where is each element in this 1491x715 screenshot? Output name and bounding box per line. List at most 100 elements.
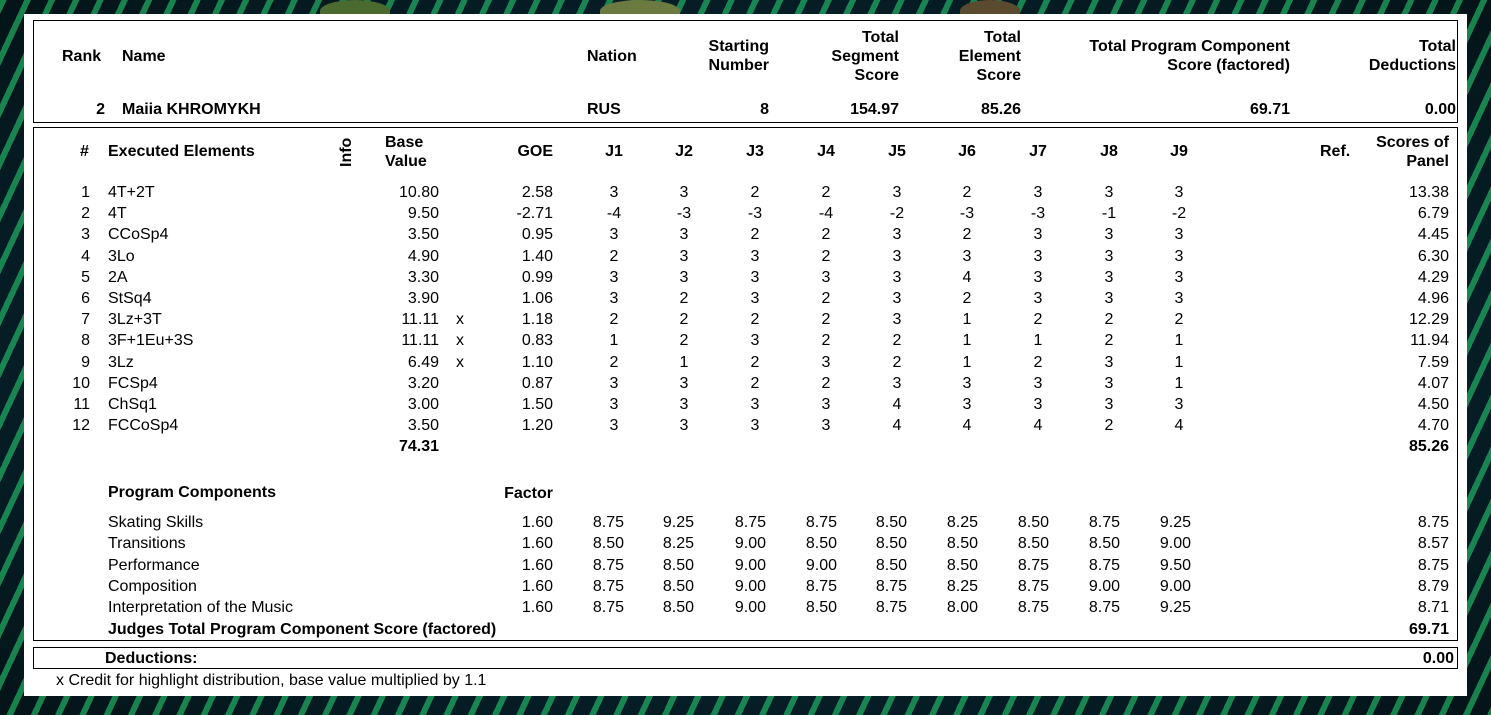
- judge-score: 3: [679, 269, 689, 286]
- element-panel-score: 13.38: [1408, 184, 1449, 201]
- component-judge-score: 9.00: [734, 557, 766, 574]
- judge-score: -3: [1030, 205, 1046, 222]
- judge-score: 1: [962, 332, 972, 349]
- score-sheet: Rank Name Nation Starting Number Total Segment…: [24, 14, 1467, 696]
- component-judge-score: 8.75: [734, 514, 766, 531]
- judge-header: J3: [746, 143, 764, 160]
- judge-header: J1: [605, 143, 623, 160]
- element-panel-score: 6.79: [1417, 205, 1449, 222]
- judge-score: 1: [962, 354, 972, 371]
- judge-score: 4: [1174, 417, 1184, 434]
- component-judge-score: 8.75: [1017, 599, 1049, 616]
- element-goe: 2.58: [521, 184, 553, 201]
- component-judge-score: 8.50: [805, 599, 837, 616]
- scores-of-panel-header: Panel: [1406, 153, 1449, 170]
- pcs-header: Score (factored): [1167, 57, 1290, 74]
- judge-score: 2: [750, 375, 760, 392]
- component-judge-score: 9.00: [805, 557, 837, 574]
- judge-header: J7: [1029, 143, 1047, 160]
- judge-score: 3: [750, 332, 760, 349]
- element-goe: 1.50: [521, 396, 553, 413]
- element-name: 3Lz+3T: [108, 311, 162, 328]
- element-base-value: 9.50: [407, 205, 439, 222]
- element-goe: 1.40: [521, 248, 553, 265]
- component-judge-score: 8.50: [1017, 535, 1049, 552]
- scores-of-panel-header: Scores of: [1376, 134, 1449, 151]
- component-judge-score: 8.75: [1088, 599, 1120, 616]
- name-header: Name: [122, 48, 166, 65]
- deductions-value: 0.00: [1422, 650, 1454, 667]
- element-panel-score: 11.94: [1410, 332, 1449, 349]
- judge-score: 4: [1033, 417, 1043, 434]
- deductions-label: Deductions:: [105, 650, 198, 667]
- judge-score: 3: [821, 417, 831, 434]
- element-name: 4T: [108, 205, 127, 222]
- judge-score: 3: [1174, 248, 1184, 265]
- element-base-value: 3.00: [407, 396, 439, 413]
- component-name: Composition: [108, 578, 197, 595]
- element-number: 7: [81, 311, 90, 328]
- element-number: 2: [81, 205, 90, 222]
- judge-score: 2: [679, 311, 689, 328]
- judge-score: 2: [821, 375, 831, 392]
- element-goe: 1.06: [521, 290, 553, 307]
- element-goe: 1.10: [521, 354, 553, 371]
- judge-score: 2: [609, 248, 619, 265]
- total-deductions-header: Deductions: [1368, 57, 1456, 74]
- component-judge-score: 9.00: [1159, 535, 1191, 552]
- element-number: 9: [81, 354, 90, 371]
- element-number: 6: [81, 290, 90, 307]
- element-goe: -2.71: [516, 205, 553, 222]
- judge-score: 3: [892, 248, 902, 265]
- judge-score: 2: [892, 354, 902, 371]
- element-info: x: [456, 311, 464, 328]
- component-judge-score: 9.00: [734, 535, 766, 552]
- component-judge-score: 8.75: [1017, 557, 1049, 574]
- component-name: Performance: [108, 557, 200, 574]
- element-name: ChSq1: [108, 396, 157, 413]
- component-judge-score: 8.50: [875, 535, 907, 552]
- judge-score: 2: [892, 332, 902, 349]
- skater-nation: RUS: [587, 101, 621, 118]
- element-panel-score: 7.59: [1417, 354, 1449, 371]
- judge-score: 3: [1033, 290, 1043, 307]
- judge-score: 2: [821, 226, 831, 243]
- judge-score: 3: [750, 417, 760, 434]
- judge-score: 3: [1104, 354, 1114, 371]
- judge-score: 2: [821, 332, 831, 349]
- goe-header: GOE: [517, 143, 553, 160]
- judge-score: 4: [892, 396, 902, 413]
- factor-header: Factor: [504, 485, 553, 502]
- judge-score: 3: [609, 226, 619, 243]
- base-value-header: Value: [385, 153, 427, 170]
- component-judge-score: 9.00: [734, 578, 766, 595]
- component-name: Interpretation of the Music: [108, 599, 293, 616]
- judge-score: 2: [750, 226, 760, 243]
- judge-score: 3: [1104, 375, 1114, 392]
- element-number-header: #: [80, 143, 89, 160]
- judges-total-pcs-value: 69.71: [1408, 621, 1449, 638]
- component-judge-score: 8.50: [875, 514, 907, 531]
- component-panel-score: 8.75: [1417, 514, 1449, 531]
- elements-panel-total: 85.26: [1408, 438, 1449, 455]
- component-judge-score: 8.75: [805, 578, 837, 595]
- component-judge-score: 8.50: [662, 599, 694, 616]
- element-panel-score: 4.96: [1417, 290, 1449, 307]
- judge-score: -3: [676, 205, 692, 222]
- judge-score: 3: [1033, 375, 1043, 392]
- judge-score: 3: [679, 184, 689, 201]
- component-judge-score: 8.75: [592, 578, 624, 595]
- judge-score: 3: [609, 396, 619, 413]
- judge-score: 2: [750, 184, 760, 201]
- component-panel-score: 8.75: [1417, 557, 1449, 574]
- judge-score: 2: [750, 354, 760, 371]
- element-number: 4: [81, 248, 90, 265]
- component-judge-score: 8.75: [805, 514, 837, 531]
- element-name: 3Lo: [108, 248, 135, 265]
- judge-score: 3: [679, 417, 689, 434]
- component-judge-score: 8.75: [1017, 578, 1049, 595]
- judge-score: 2: [1033, 354, 1043, 371]
- judge-score: 2: [821, 290, 831, 307]
- judge-score: 2: [962, 226, 972, 243]
- judge-score: 3: [1033, 226, 1043, 243]
